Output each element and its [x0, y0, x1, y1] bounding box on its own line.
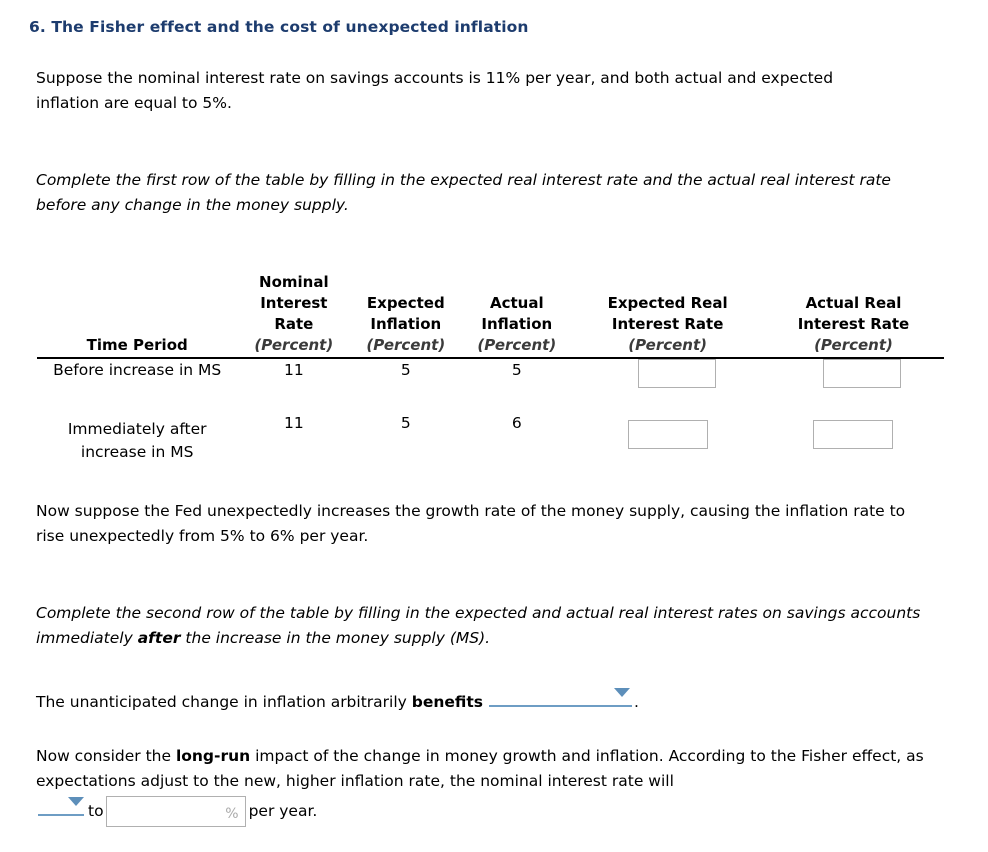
- actual-real-rate-input-row1[interactable]: [823, 359, 902, 388]
- cell-actual-real-rate: [763, 358, 944, 412]
- benefits-dropdown[interactable]: [489, 686, 633, 707]
- instruction-2-text-part-2: the increase in the money supply (MS).: [180, 629, 491, 647]
- column-header-expected-inflation: Expected Inflation (Percent): [350, 272, 461, 358]
- column-header-nominal-interest-rate: Nominal Interest Rate (Percent): [237, 272, 350, 358]
- cell-nominal-interest-rate: 11: [283, 361, 304, 379]
- longrun-answer-line: to% per year.: [36, 795, 941, 827]
- header-line-1: Actual: [489, 294, 544, 312]
- benefits-text: The unanticipated change in inflation ar…: [36, 693, 412, 711]
- nominal-rate-percent-input[interactable]: %: [105, 796, 246, 827]
- fisher-effect-table: Time Period Nominal Interest Rate (Perce…: [37, 272, 944, 476]
- benefits-bold-word: benefits: [411, 693, 484, 711]
- instruction-first-row: Complete the first row of the table by f…: [36, 171, 891, 214]
- table-row: Immediately after increase in MS 11 5 6: [37, 412, 944, 476]
- cell-time-period: Immediately after increase in MS: [67, 420, 207, 461]
- actual-real-rate-input-row2[interactable]: [813, 420, 894, 449]
- cell-time-period: Before increase in MS: [53, 361, 222, 379]
- header-line-1: Actual Real: [805, 294, 902, 312]
- cell-actual-real-rate: [763, 412, 944, 476]
- header-line-1: Expected: [366, 294, 445, 312]
- column-header-expected-real-interest-rate: Expected Real Interest Rate (Percent): [572, 272, 763, 358]
- instruction-second-row: Complete the second row of the table by …: [36, 601, 926, 651]
- cell-expected-real-rate: [572, 412, 763, 476]
- chevron-down-icon: [614, 688, 631, 697]
- fed-increase-paragraph: Now suppose the Fed unexpectedly increas…: [36, 502, 906, 545]
- header-line-3: Rate: [274, 315, 314, 333]
- header-unit: (Percent): [628, 336, 708, 354]
- expected-real-rate-input-row2[interactable]: [627, 420, 708, 449]
- header-line-2: Interest Rate: [797, 315, 910, 333]
- header-line-2: Interest: [260, 294, 328, 312]
- instruction-2-bold-after: after: [137, 629, 181, 647]
- percent-sign-suffix: %: [225, 806, 239, 822]
- cell-nominal-interest-rate: 11: [283, 414, 304, 432]
- header-unit: (Percent): [254, 336, 334, 354]
- table-header: Time Period Nominal Interest Rate (Perce…: [37, 272, 944, 358]
- page-title: 6. The Fisher effect and the cost of une…: [29, 18, 529, 36]
- header-line-1: Expected Real: [607, 294, 728, 312]
- header-unit: (Percent): [366, 336, 446, 354]
- cell-actual-inflation: 5: [511, 361, 522, 379]
- worksheet-page: 6. The Fisher effect and the cost of une…: [0, 0, 988, 852]
- cell-actual-inflation: 6: [511, 414, 522, 432]
- header-line-2: Interest Rate: [611, 315, 724, 333]
- cell-expected-inflation: 5: [400, 361, 411, 379]
- per-year-label: per year.: [248, 802, 318, 820]
- cell-expected-inflation: 5: [400, 414, 411, 432]
- longrun-paragraph: Now consider the long-run impact of the …: [36, 744, 941, 794]
- chevron-down-icon: [68, 797, 84, 806]
- benefits-period: .: [634, 693, 639, 711]
- longrun-bold-word: long-run: [175, 747, 251, 765]
- column-header-actual-real-interest-rate: Actual Real Interest Rate (Percent): [763, 272, 944, 358]
- column-header-time-period: Time Period: [37, 272, 237, 358]
- table-row: Before increase in MS 11 5 5: [37, 358, 944, 412]
- longrun-direction-dropdown[interactable]: [38, 795, 84, 816]
- header-line-2: Inflation: [481, 315, 553, 333]
- expected-real-rate-input-row1[interactable]: [637, 359, 716, 388]
- table-body: Before increase in MS 11 5 5 Immediately…: [37, 358, 944, 476]
- column-header-actual-inflation: Actual Inflation (Percent): [461, 272, 572, 358]
- intro-paragraph: Suppose the nominal interest rate on sav…: [36, 69, 834, 112]
- header-unit: (Percent): [477, 336, 557, 354]
- header-line-2: Inflation: [370, 315, 442, 333]
- cell-expected-real-rate: [572, 358, 763, 412]
- table-header-row: Time Period Nominal Interest Rate (Perce…: [37, 272, 944, 358]
- header-label-time-period: Time Period: [86, 336, 188, 354]
- to-label: to: [88, 802, 104, 820]
- benefits-statement: The unanticipated change in inflation ar…: [36, 686, 936, 715]
- header-unit: (Percent): [814, 336, 893, 354]
- longrun-text-part-1: Now consider the: [36, 747, 176, 765]
- header-line-1: Nominal: [259, 273, 329, 291]
